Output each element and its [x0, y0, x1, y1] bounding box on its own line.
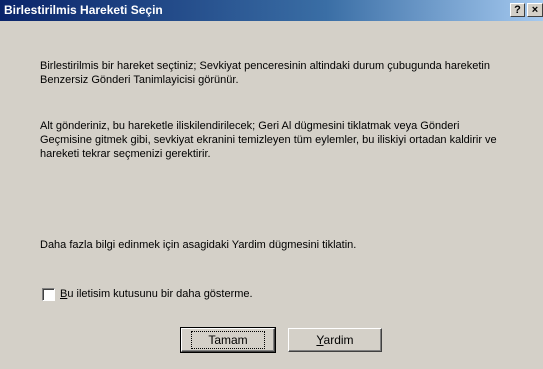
- help-button-text: ardim: [323, 333, 354, 347]
- title-bar[interactable]: Birlestirilmis Hareketi Seçin ? ×: [0, 0, 543, 21]
- window-title: Birlestirilmis Hareketi Seçin: [4, 3, 163, 17]
- close-icon[interactable]: ×: [527, 3, 543, 17]
- dont-show-again-text: u iletisim kutusunu bir daha gösterme.: [67, 288, 253, 300]
- dont-show-again-checkbox[interactable]: [42, 287, 55, 301]
- ok-button-label: Tamam: [191, 331, 265, 349]
- dont-show-again-row[interactable]: Bu iletisim kutusunu bir daha gösterme.: [42, 286, 253, 302]
- dont-show-again-label[interactable]: Bu iletisim kutusunu bir daha gösterme.: [60, 288, 253, 300]
- info-paragraph-3: Daha fazla bilgi edinmek için asagidaki …: [40, 239, 357, 251]
- info-paragraph-2: Alt gönderiniz, bu hareketle iliskilendi…: [40, 120, 497, 160]
- help-icon[interactable]: ?: [510, 3, 525, 17]
- info-paragraph-1: Birlestirilmis bir hareket seçtiniz; Sev…: [40, 60, 490, 86]
- help-button[interactable]: Yardim: [288, 328, 382, 352]
- ok-button[interactable]: Tamam: [180, 327, 276, 353]
- help-button-label: Yardim: [316, 333, 353, 347]
- dialog-window: Birlestirilmis Hareketi Seçin ? × Birles…: [0, 0, 543, 369]
- help-button-accel: Y: [316, 333, 324, 347]
